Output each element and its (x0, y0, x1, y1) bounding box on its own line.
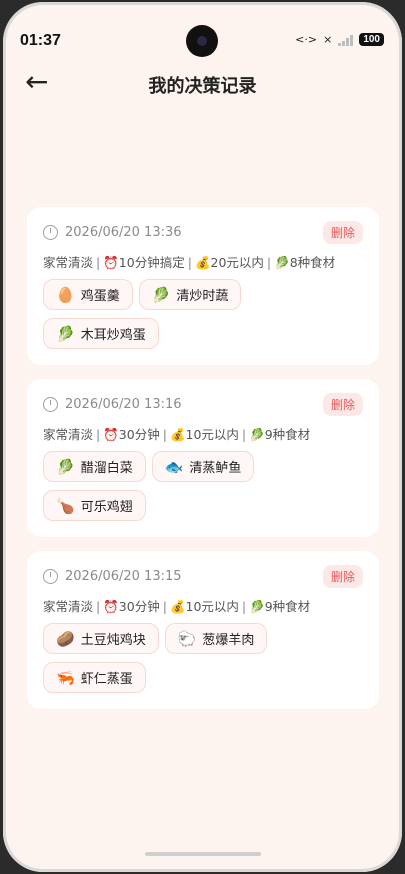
record-datetime: 2026/06/20 13:36 (43, 224, 182, 240)
separator: | (241, 427, 247, 442)
home-indicator[interactable] (145, 852, 261, 856)
meta-budget: 💰10元以内 (169, 599, 239, 614)
sheep-icon: 🐑 (177, 629, 197, 648)
dish-chip[interactable]: 🥔 土豆炖鸡块 (43, 623, 159, 654)
phone-screen: 01:37 <·> × 100 ← 我的决策记录 2026/06/20 13:3… (3, 2, 402, 872)
record-meta: 家常清淡 | ⏰30分钟 | 💰10元以内 | 🥬9种食材 (43, 596, 363, 615)
dish-name: 可乐鸡翅 (80, 500, 133, 515)
dish-chip[interactable]: 🥬 木耳炒鸡蛋 (43, 318, 159, 349)
dish-name: 清炒时蔬 (176, 289, 229, 304)
no-sim-icon: × (323, 33, 333, 46)
shrimp-icon: 🦐 (56, 668, 75, 687)
meta-time: ⏰30分钟 (103, 599, 160, 614)
app-header: ← 我的决策记录 (3, 64, 402, 104)
datetime-text: 2026/06/20 13:36 (65, 224, 182, 240)
meta-ingredients: 🥬8种食材 (274, 255, 336, 270)
dish-name: 清蒸鲈鱼 (189, 461, 242, 476)
record-card: 2026/06/20 13:36 删除 家常清淡 | ⏰10分钟搞定 | 💰20元以内 |… (27, 207, 379, 365)
dish-list: 🥔 土豆炖鸡块 🐑 葱爆羊肉 🦐 虾仁蒸蛋 (43, 623, 363, 693)
clock-icon (43, 396, 58, 412)
separator: | (162, 599, 167, 614)
record-meta: 家常清淡 | ⏰30分钟 | 💰10元以内 | 🥬9种食材 (43, 424, 363, 443)
separator: | (187, 255, 192, 270)
separator: | (241, 599, 247, 614)
greens-icon: 🥬 (56, 457, 75, 476)
network-icon: <·> (295, 33, 318, 46)
meta-budget: 💰10元以内 (169, 427, 239, 442)
dish-chip[interactable]: 🐑 葱爆羊肉 (164, 623, 268, 654)
status-time: 01:37 (20, 32, 61, 49)
meta-time: ⏰10分钟搞定 (103, 255, 185, 270)
potato-icon: 🥔 (56, 629, 75, 648)
delete-button[interactable]: 删除 (322, 564, 363, 588)
front-camera (186, 25, 218, 57)
record-list: 2026/06/20 13:36 删除 家常清淡 | ⏰10分钟搞定 | 💰20元以内 |… (27, 207, 379, 723)
dish-name: 醋溜白菜 (80, 461, 133, 476)
dish-chip[interactable]: 🍗 可乐鸡翅 (43, 490, 146, 521)
separator: | (96, 427, 101, 442)
meta-ingredients: 🥬9种食材 (249, 427, 311, 442)
delete-button[interactable]: 删除 (322, 220, 363, 244)
dish-name: 鸡蛋羹 (80, 289, 120, 304)
record-datetime: 2026/06/20 13:16 (43, 396, 182, 412)
record-datetime: 2026/06/20 13:15 (43, 568, 182, 584)
dish-name: 葱爆羊肉 (202, 633, 255, 648)
clock-icon (43, 224, 58, 240)
page-title: 我的决策记录 (148, 76, 257, 97)
dish-name: 木耳炒鸡蛋 (80, 328, 146, 343)
greens-icon: 🥬 (56, 324, 75, 343)
dish-chip[interactable]: 🥬 清炒时蔬 (138, 279, 242, 310)
dish-name: 虾仁蒸蛋 (80, 672, 133, 687)
dish-chip[interactable]: 🥬 醋溜白菜 (43, 451, 146, 482)
signal-icon (338, 34, 354, 46)
meta-style: 家常清淡 (43, 599, 94, 614)
dish-chip[interactable]: 🦐 虾仁蒸蛋 (43, 662, 146, 693)
fish-icon: 🐟 (164, 457, 184, 476)
egg-icon: 🥚 (56, 285, 75, 304)
separator: | (266, 255, 272, 270)
dish-chip[interactable]: 🥚 鸡蛋羹 (43, 279, 133, 310)
datetime-text: 2026/06/20 13:15 (65, 568, 182, 584)
record-meta: 家常清淡 | ⏰10分钟搞定 | 💰20元以内 | 🥬8种食材 (43, 252, 363, 271)
meta-style: 家常清淡 (43, 255, 94, 270)
record-card: 2026/06/20 13:15 删除 家常清淡 | ⏰30分钟 | 💰10元以内 | 🥬9… (27, 551, 379, 709)
record-card: 2026/06/20 13:16 删除 家常清淡 | ⏰30分钟 | 💰10元以内 | 🥬9… (27, 379, 379, 537)
dish-name: 土豆炖鸡块 (80, 633, 146, 648)
greens-icon: 🥬 (151, 285, 171, 304)
datetime-text: 2026/06/20 13:16 (65, 396, 182, 412)
meta-time: ⏰30分钟 (103, 427, 160, 442)
meta-ingredients: 🥬9种食材 (249, 599, 311, 614)
drumstick-icon: 🍗 (56, 496, 75, 515)
delete-button[interactable]: 删除 (322, 392, 363, 416)
meta-budget: 💰20元以内 (194, 255, 264, 270)
dish-chip[interactable]: 🐟 清蒸鲈鱼 (151, 451, 255, 482)
meta-style: 家常清淡 (43, 427, 94, 442)
dish-list: 🥚 鸡蛋羹 🥬 清炒时蔬 🥬 木耳炒鸡蛋 (43, 279, 363, 349)
clock-icon (43, 568, 58, 584)
battery-icon: 100 (359, 33, 384, 46)
status-icons: <·> × 100 (295, 33, 384, 46)
separator: | (96, 255, 101, 270)
dish-list: 🥬 醋溜白菜 🐟 清蒸鲈鱼 🍗 可乐鸡翅 (43, 451, 363, 521)
separator: | (162, 427, 167, 442)
separator: | (96, 599, 101, 614)
